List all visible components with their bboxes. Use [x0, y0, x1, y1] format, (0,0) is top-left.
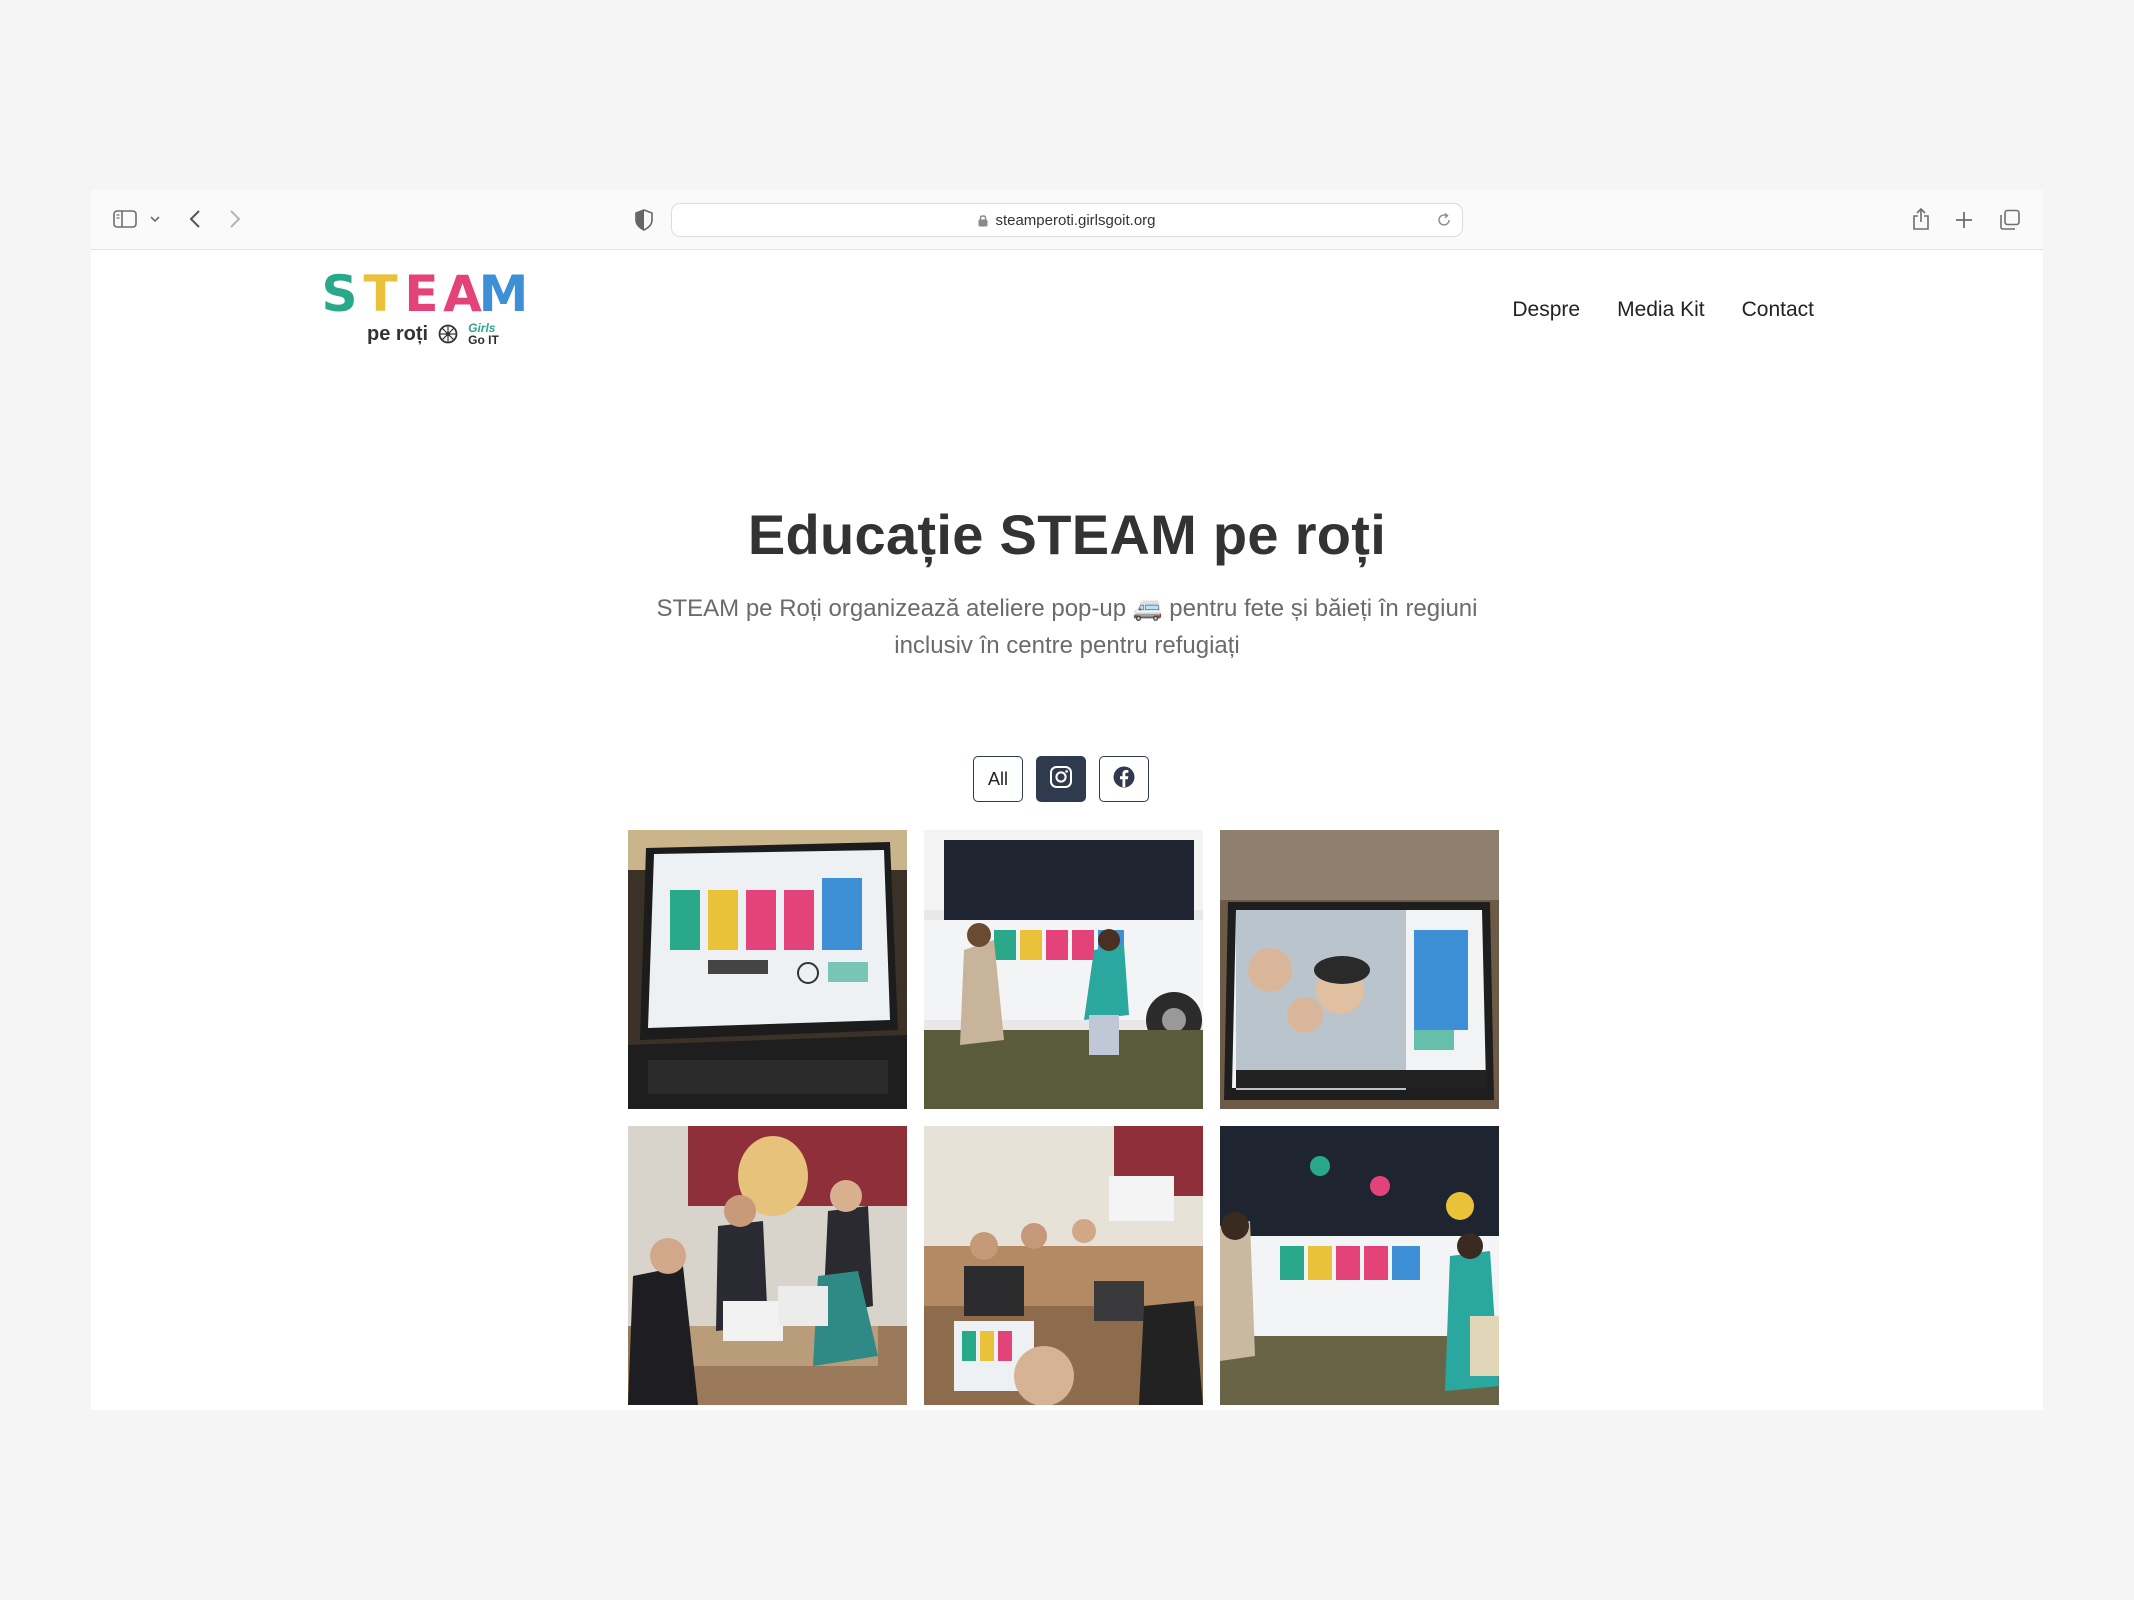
facebook-icon [1112, 765, 1136, 794]
site-logo[interactable]: S T E A M pe roți Girls Go IT [321, 268, 531, 368]
filter-facebook-button[interactable] [1099, 756, 1149, 802]
filter-instagram-button[interactable] [1036, 756, 1086, 802]
gallery-photo-van-side[interactable] [1220, 1126, 1499, 1405]
chevron-down-icon[interactable] [150, 215, 160, 223]
nav-despre[interactable]: Despre [1512, 298, 1580, 322]
logo-letter-a: A [443, 265, 482, 323]
hero-subtitle: STEAM pe Roți organizează ateliere pop-u… [631, 590, 1503, 664]
instagram-icon [1049, 765, 1073, 794]
filter-all-label: All [987, 768, 1008, 789]
address-bar[interactable]: steamperoti.girlsgoit.org [671, 203, 1463, 237]
classroom-group-photo [628, 1126, 907, 1405]
logo-letter-s: S [321, 265, 358, 323]
van-logo-photo [924, 830, 1203, 1109]
logo-letter-e: E [404, 265, 439, 323]
laptop-selfie-photo [1220, 830, 1499, 1109]
partner-logo-bottom: Go IT [468, 333, 499, 347]
reload-icon[interactable] [1436, 212, 1452, 232]
lock-icon [978, 214, 988, 227]
page-title: Educație STEAM pe roți [747, 503, 1387, 566]
wheel-icon [438, 324, 458, 344]
nav-media-kit[interactable]: Media Kit [1617, 298, 1705, 322]
gallery-photo-classroom-laptops[interactable] [924, 1126, 1203, 1405]
new-tab-icon[interactable] [1955, 211, 1973, 229]
logo-letter-m: M [478, 265, 529, 323]
van-side-photo [1220, 1126, 1499, 1405]
partner-logo: Girls Go IT [468, 322, 499, 346]
logo-letter-t: T [363, 265, 398, 323]
logo-subtitle: pe roți [367, 322, 429, 345]
back-icon[interactable] [189, 209, 201, 229]
forward-icon[interactable] [229, 209, 241, 229]
tabs-overview-icon[interactable] [1999, 209, 2021, 231]
url-text: steamperoti.girlsgoit.org [995, 211, 1156, 229]
gallery-filters: All [973, 756, 1149, 802]
share-icon[interactable] [1912, 207, 1930, 231]
nav-contact[interactable]: Contact [1742, 298, 1814, 322]
sidebar-icon[interactable] [113, 210, 137, 228]
logo-letters: S T E A M [321, 268, 531, 320]
gallery-photo-van-logo[interactable] [924, 830, 1203, 1109]
shield-icon[interactable] [635, 209, 653, 231]
classroom-laptops-photo [924, 1126, 1203, 1405]
logo-subtitle-row: pe roți Girls Go IT [367, 322, 531, 346]
photo-gallery [628, 830, 1500, 1405]
hero-subtitle-line1: STEAM pe Roți organizează ateliere pop-u… [656, 595, 1478, 622]
browser-window: steamperoti.girlsgoit.org S T E A M pe r… [91, 190, 2043, 1410]
gallery-photo-laptop-logo[interactable] [628, 830, 907, 1109]
hero-subtitle-line2: inclusiv în centre pentru refugiați [894, 632, 1240, 659]
laptop-logo-photo [628, 830, 907, 1109]
browser-toolbar: steamperoti.girlsgoit.org [91, 190, 2043, 250]
main-nav: Despre Media Kit Contact [1512, 298, 1814, 322]
gallery-photo-classroom-group[interactable] [628, 1126, 907, 1405]
filter-all-button[interactable]: All [973, 756, 1023, 802]
gallery-photo-laptop-selfie[interactable] [1220, 830, 1499, 1109]
